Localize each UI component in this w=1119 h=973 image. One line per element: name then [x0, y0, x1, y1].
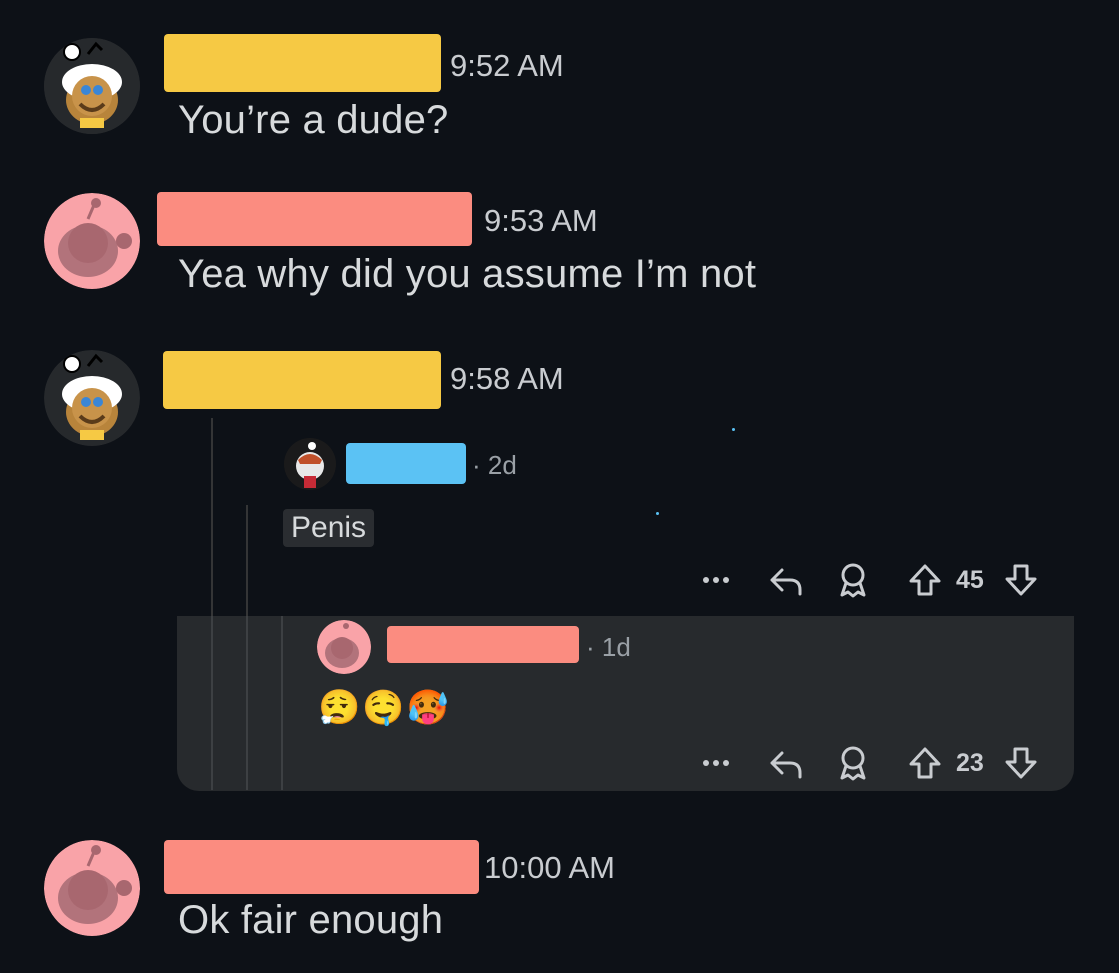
avatar-user-2[interactable] — [44, 840, 140, 936]
message-timestamp: 9:58 AM — [450, 361, 564, 396]
reply-emojis: 😮‍💨🤤🥵 — [318, 689, 452, 727]
reply-icon[interactable] — [768, 562, 804, 598]
snoo-avatar-icon — [44, 840, 140, 936]
reply-age: · 1d — [586, 632, 631, 662]
snoo-avatar-icon — [44, 350, 140, 446]
more-options-icon[interactable] — [700, 572, 734, 588]
redacted-username — [164, 840, 479, 894]
upvote-icon[interactable] — [908, 562, 942, 598]
stray-dot — [656, 512, 659, 515]
reply-avatar[interactable] — [317, 620, 371, 674]
award-icon[interactable] — [836, 745, 870, 781]
commenter-avatar[interactable] — [284, 438, 336, 490]
thread-line — [281, 616, 283, 790]
redacted-username — [387, 626, 579, 663]
thread-line — [211, 616, 213, 790]
message-timestamp: 10:00 AM — [484, 850, 615, 885]
vote-count: 45 — [956, 566, 984, 594]
redacted-username — [157, 192, 472, 246]
vote-count: 23 — [956, 749, 984, 777]
redacted-username — [164, 34, 441, 92]
upvote-icon[interactable] — [908, 745, 942, 781]
more-options-icon[interactable] — [700, 755, 734, 771]
snoo-avatar-icon — [317, 620, 371, 674]
message-text: You’re a dude? — [178, 98, 449, 142]
avatar-user-2[interactable] — [44, 193, 140, 289]
snoo-avatar-icon — [44, 193, 140, 289]
stray-dot — [732, 428, 735, 431]
award-icon[interactable] — [836, 562, 870, 598]
comment-age: · 2d — [472, 450, 517, 480]
avatar-user-1[interactable] — [44, 350, 140, 446]
snoo-avatar-icon — [44, 38, 140, 134]
message-timestamp: 9:52 AM — [450, 48, 564, 83]
redacted-username — [163, 351, 441, 409]
message-timestamp: 9:53 AM — [484, 203, 598, 238]
reply-icon[interactable] — [768, 745, 804, 781]
downvote-icon[interactable] — [1004, 745, 1038, 781]
message-text: Ok fair enough — [178, 898, 444, 942]
downvote-icon[interactable] — [1004, 562, 1038, 598]
comment-text: Penis — [283, 509, 375, 547]
snoo-avatar-icon — [284, 438, 336, 490]
message-text: Yea why did you assume I’m not — [178, 252, 757, 296]
redacted-username — [346, 443, 466, 484]
thread-line — [246, 616, 248, 790]
avatar-user-1[interactable] — [44, 38, 140, 134]
